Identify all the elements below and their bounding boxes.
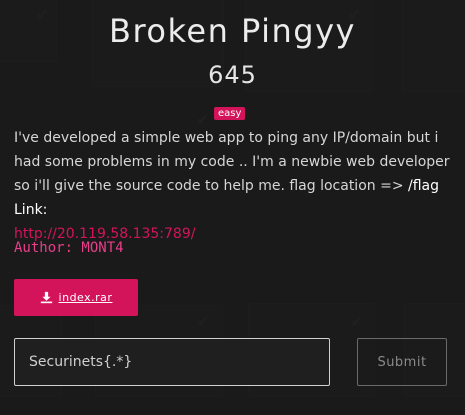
description-text: I've developed a simple web app to ping … bbox=[14, 130, 450, 194]
challenge-points: 645 bbox=[208, 61, 257, 89]
attachment-filename: index.rar bbox=[58, 291, 113, 304]
download-icon bbox=[40, 291, 52, 304]
challenge-modal: Broken Pingyy 645 easy I've developed a … bbox=[0, 0, 465, 415]
challenge-author: Author: MONT4 bbox=[14, 240, 124, 256]
submit-button[interactable]: Submit bbox=[357, 338, 447, 386]
flag-input[interactable] bbox=[14, 338, 330, 386]
difficulty-badge: easy bbox=[214, 107, 246, 120]
challenge-title: Broken Pingyy bbox=[109, 12, 356, 50]
challenge-description: I've developed a simple web app to ping … bbox=[14, 126, 454, 246]
download-attachment-button[interactable]: index.rar bbox=[14, 279, 138, 316]
